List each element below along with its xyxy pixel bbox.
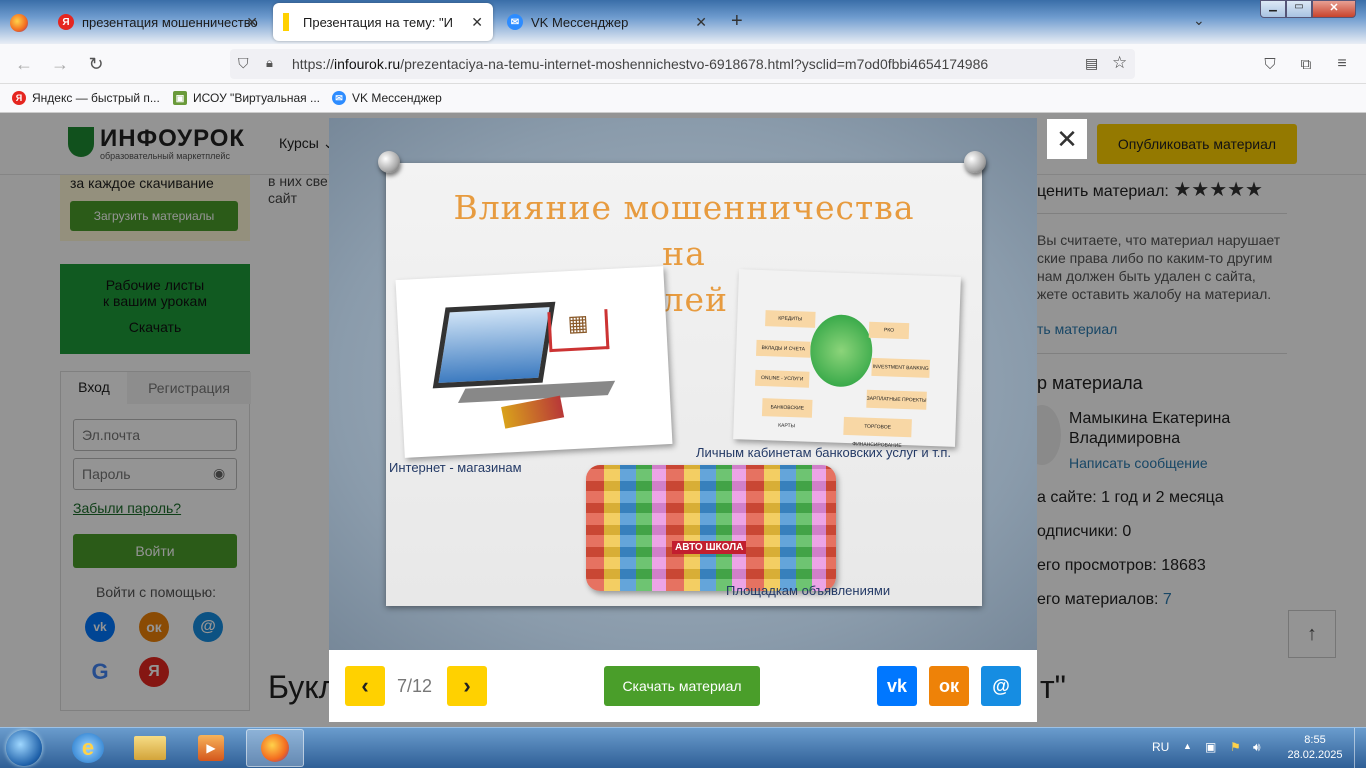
tab-search[interactable]: Я презентация мошенничество ✕: [48, 3, 268, 41]
bank-label: КРЕДИТЫ: [765, 310, 816, 328]
bank-label: ВКЛАДЫ И СЧЕТА: [756, 339, 811, 358]
yandex-icon: Я: [12, 91, 26, 105]
autoschool-ad: АВТО ШКОЛА: [672, 541, 747, 554]
close-tab-icon[interactable]: ✕: [471, 14, 483, 31]
minimize-button[interactable]: ▁: [1260, 0, 1286, 18]
ads-tile-overlay: [586, 465, 836, 591]
slide-sheet: Влияние мошенничества на пользователей и…: [378, 151, 986, 606]
bank-label: БАНКОВСКИЕ КАРТЫ: [761, 398, 813, 429]
yandex-icon: Я: [58, 14, 74, 30]
reload-icon[interactable]: ↻: [84, 52, 108, 76]
tab-list-chevron-icon[interactable]: ⌄: [1193, 12, 1205, 29]
language-indicator[interactable]: RU: [1152, 740, 1169, 754]
online-shop-image: ▦: [395, 266, 673, 458]
bookmarks-bar: Я Яндекс — быстрый п... ▣ ИСОУ "Виртуальна…: [0, 84, 1366, 113]
next-slide-button[interactable]: ›: [447, 666, 487, 706]
vk-messenger-icon: ✉: [507, 14, 523, 30]
download-material-button[interactable]: Скачать материал: [604, 666, 760, 706]
tab-title: Презентация на тему: "Интернет: [303, 14, 453, 30]
menu-hamburger-icon[interactable]: ≡: [1330, 52, 1354, 76]
windows-taskbar: e ▶ RU ▲ ▣ ⚑ 🔊︎ 8:55 28.02.2025: [0, 727, 1366, 768]
vk-share-icon[interactable]: vk: [877, 666, 917, 706]
browser-nav-bar: ← → ↻ ⛉ 🔒︎ https://infourok.ru/prezentac…: [0, 44, 1366, 84]
firefox-icon: [261, 734, 289, 762]
vk-messenger-icon: ✉: [332, 91, 346, 105]
new-tab-button[interactable]: +: [731, 10, 743, 33]
back-arrow-icon[interactable]: ←: [12, 52, 36, 76]
clock-date: 28.02.2025: [1287, 749, 1343, 761]
slide-background: Влияние мошенничества на пользователей и…: [329, 118, 1037, 650]
mail-share-icon[interactable]: @: [981, 666, 1021, 706]
flag-icon[interactable]: ⚑: [1230, 740, 1241, 754]
window-controls: ▁ ▭ ✕: [1260, 0, 1360, 18]
tray-up-arrow-icon[interactable]: ▲: [1183, 741, 1192, 751]
bank-cards: [501, 395, 565, 429]
shield-icon[interactable]: ⛉: [238, 55, 249, 72]
bank-label: ЗАРПЛАТНЫЕ ПРОЕКТЫ: [866, 389, 927, 410]
lock-icon[interactable]: 🔒︎: [266, 55, 273, 71]
tab-title: презентация мошенничество: [82, 14, 258, 30]
bank-label: ТОРГОВОЕ ФИНАНСИРОВАНИЕ: [843, 416, 912, 449]
internet-explorer-icon[interactable]: e: [72, 733, 104, 763]
tab-active-presentation[interactable]: Презентация на тему: "Интернет ✕: [273, 3, 493, 41]
volume-icon[interactable]: 🔊︎: [1253, 740, 1261, 755]
clock[interactable]: 8:55 28.02.2025: [1282, 733, 1348, 763]
ok-share-icon[interactable]: ок: [929, 666, 969, 706]
bank-logo-icon: [809, 313, 874, 388]
network-icon[interactable]: ▣: [1205, 740, 1216, 754]
viewer-footer: ‹ 7/12 › Скачать материал vk ок @: [329, 650, 1037, 722]
pin-left-icon: [378, 151, 400, 173]
infourok-tab-icon: [283, 13, 289, 31]
prev-slide-button[interactable]: ‹: [345, 666, 385, 706]
shopping-cart-icon: ▦: [547, 309, 610, 353]
isou-icon: ▣: [173, 91, 187, 105]
forward-arrow-icon[interactable]: →: [48, 52, 72, 76]
bookmark-vk-messenger[interactable]: ✉ VK Мессенджер: [332, 91, 442, 105]
pin-right-icon: [964, 151, 986, 173]
close-viewer-button[interactable]: ✕: [1047, 119, 1087, 159]
browser-tab-strip: Я презентация мошенничество ✕ Презентаци…: [0, 0, 1366, 44]
caption-bank-accounts: Личным кабинетам банковских услуг и т.п.: [696, 445, 951, 460]
bookmark-yandex[interactable]: Я Яндекс — быстрый п...: [12, 91, 160, 105]
address-bar[interactable]: ⛉ 🔒︎ https://infourok.ru/prezentaciya-na…: [230, 49, 1135, 79]
ads-board-image: АВТО ШКОЛА: [586, 465, 836, 591]
close-tab-icon[interactable]: ✕: [695, 14, 707, 31]
bank-label: РКО: [868, 321, 910, 340]
laptop-screen: [432, 301, 556, 389]
pocket-icon[interactable]: ⛉: [1258, 52, 1282, 76]
show-desktop-button[interactable]: [1354, 728, 1366, 768]
start-button-icon[interactable]: [6, 730, 42, 766]
clock-time: 8:55: [1304, 734, 1326, 746]
bank-label: ONLINE - УСЛУГИ: [754, 369, 810, 388]
firefox-taskbar-button[interactable]: [246, 729, 304, 767]
bank-services-image: КРЕДИТЫ РКО ВКЛАДЫ И СЧЕТА INVESTMENT BA…: [733, 269, 961, 449]
page-indicator: 7/12: [397, 676, 433, 696]
slide-viewer-modal: Влияние мошенничества на пользователей и…: [329, 118, 1037, 722]
caption-ad-boards: Площадкам объявлениями: [726, 583, 891, 598]
close-tab-icon[interactable]: ✕: [246, 14, 258, 31]
close-window-button[interactable]: ✕: [1312, 0, 1356, 18]
file-explorer-icon[interactable]: [134, 736, 166, 760]
firefox-menu-icon[interactable]: [10, 14, 28, 32]
url-text[interactable]: https://infourok.ru/prezentaciya-na-temu…: [292, 56, 988, 72]
bookmark-isou[interactable]: ▣ ИСОУ "Виртуальная ...: [173, 91, 320, 105]
tab-vk[interactable]: ✉ VK Мессенджер ✕: [497, 3, 717, 41]
extensions-icon[interactable]: ⧉: [1294, 52, 1318, 76]
tab-title: VK Мессенджер: [531, 14, 629, 30]
caption-online-shops: Интернет - магазинам: [389, 460, 522, 475]
bank-label: INVESTMENT BANKING: [871, 357, 930, 378]
maximize-button[interactable]: ▭: [1286, 0, 1312, 18]
media-player-icon[interactable]: ▶: [198, 735, 224, 761]
reader-view-icon[interactable]: ▤: [1085, 55, 1098, 72]
bookmark-star-icon[interactable]: ☆: [1112, 53, 1127, 73]
